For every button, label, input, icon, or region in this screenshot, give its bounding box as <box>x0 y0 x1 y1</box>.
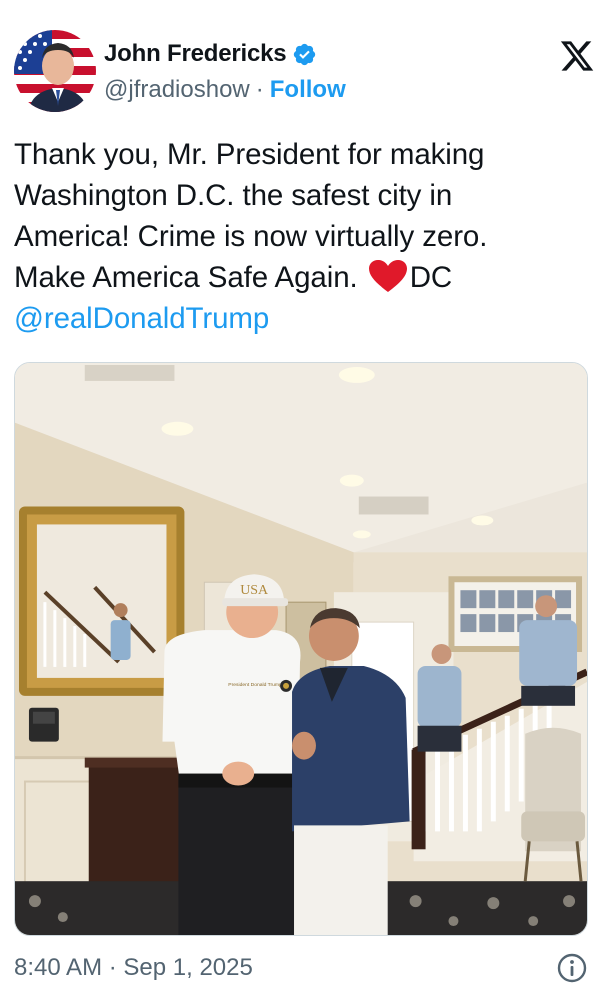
red-heart-icon <box>368 259 408 293</box>
author-handle[interactable]: @jfradioshow <box>104 76 250 104</box>
tweet-footer: 8:40 AM · Sep 1, 2025 <box>14 950 588 986</box>
tweet-timestamp[interactable]: 8:40 AM · Sep 1, 2025 <box>14 954 253 982</box>
author-name-row: John Fredericks <box>104 40 317 68</box>
tweet-text: Thank you, Mr. President for making Wash… <box>14 134 604 339</box>
follow-button[interactable]: Follow <box>270 76 346 104</box>
tweet-time: 8:40 AM <box>14 954 103 981</box>
timestamp-separator: · <box>108 954 117 981</box>
tweet-line: Thank you, Mr. President for making <box>14 138 485 171</box>
handle-separator: · <box>255 76 264 103</box>
author-handle-row: @jfradioshow · Follow <box>104 76 346 104</box>
tweet-line: America! Crime is now virtually zero. <box>14 220 488 253</box>
author-display-name[interactable]: John Fredericks <box>104 40 287 68</box>
mention-link[interactable]: @realDonaldTrump <box>14 298 604 339</box>
cap-text: USA <box>240 583 268 598</box>
x-logo-icon[interactable] <box>558 38 596 74</box>
verified-badge-icon <box>292 42 317 67</box>
tweet-line: Washington D.C. the safest city in <box>14 179 453 212</box>
tweet-header: John Fredericks @jfradioshow · Follow <box>14 30 602 120</box>
tweet-date: Sep 1, 2025 <box>123 954 253 981</box>
tweet-heart-suffix: DC <box>409 261 453 294</box>
avatar[interactable] <box>14 30 96 112</box>
tweet-line-with-heart: Make America Safe Again. DC <box>14 257 604 298</box>
tweet-line-text: Make America Safe Again. <box>14 261 358 294</box>
tweet-photo[interactable]: USA President Donald Trump <box>14 362 588 936</box>
shirt-text: President Donald Trump <box>228 682 282 688</box>
info-icon[interactable] <box>556 952 588 984</box>
